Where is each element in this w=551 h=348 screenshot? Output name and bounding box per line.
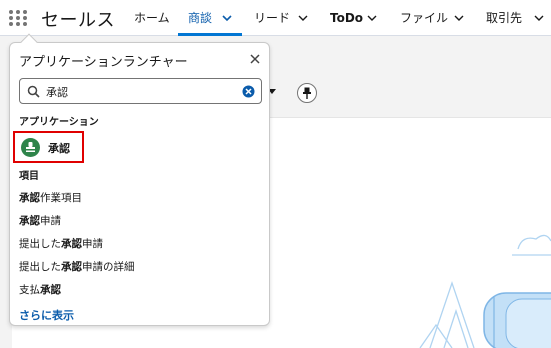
tab-files[interactable]: ファイル [400,0,448,36]
search-value: 承認 [46,86,68,99]
search-icon [27,85,40,98]
chevron-down-icon[interactable] [367,13,377,23]
search-input[interactable]: 承認 [19,78,262,104]
approval-app-icon [21,138,40,157]
illustration [419,234,551,348]
tab-accounts[interactable]: 取引先 [486,0,522,36]
tab-label: 取引先 [486,11,523,25]
list-item[interactable]: 支払承認 [19,282,61,297]
tab-home[interactable]: ホーム [134,0,170,36]
app-item-approval[interactable]: 承認 [13,131,84,163]
tab-leads[interactable]: リード [254,0,290,36]
apps-heading: アプリケーション [19,117,99,128]
tab-label: ホーム [134,11,170,25]
active-tab-indicator [178,33,242,36]
app-launcher-popover: アプリケーションランチャー 承認 アプリケーション 承認 項目 承認作業項目 承… [9,33,270,326]
tab-todo[interactable]: ToDo [330,0,363,36]
chevron-down-icon[interactable] [534,13,544,23]
tab-opportunities[interactable]: 商談 [178,0,242,36]
chevron-down-icon[interactable] [222,13,232,23]
launcher-title: アプリケーションランチャー [19,55,188,70]
show-more-link[interactable]: さらに表示 [19,307,74,323]
tab-label: ToDo [330,11,364,25]
chevron-down-icon[interactable] [298,13,308,23]
pin-icon[interactable] [297,83,317,103]
app-name: セールス [41,10,115,31]
chevron-down-icon[interactable] [454,13,464,23]
tab-label: ファイル [400,11,449,25]
list-item[interactable]: 提出した承認申請 [19,236,103,251]
tab-label: リード [254,11,291,25]
close-icon[interactable] [249,53,261,65]
list-item[interactable]: 承認申請 [19,213,61,228]
top-navigation: セールス ホーム 商談 リード ToDo ファイル 取引先 [0,0,551,36]
items-heading: 項目 [19,171,39,182]
tab-label: 商談 [188,11,213,25]
clear-icon[interactable] [242,85,255,98]
list-item[interactable]: 提出した承認申請の詳細 [19,259,135,274]
app-label: 承認 [48,142,70,155]
waffle-icon[interactable] [9,10,27,26]
list-item[interactable]: 承認作業項目 [19,190,82,205]
